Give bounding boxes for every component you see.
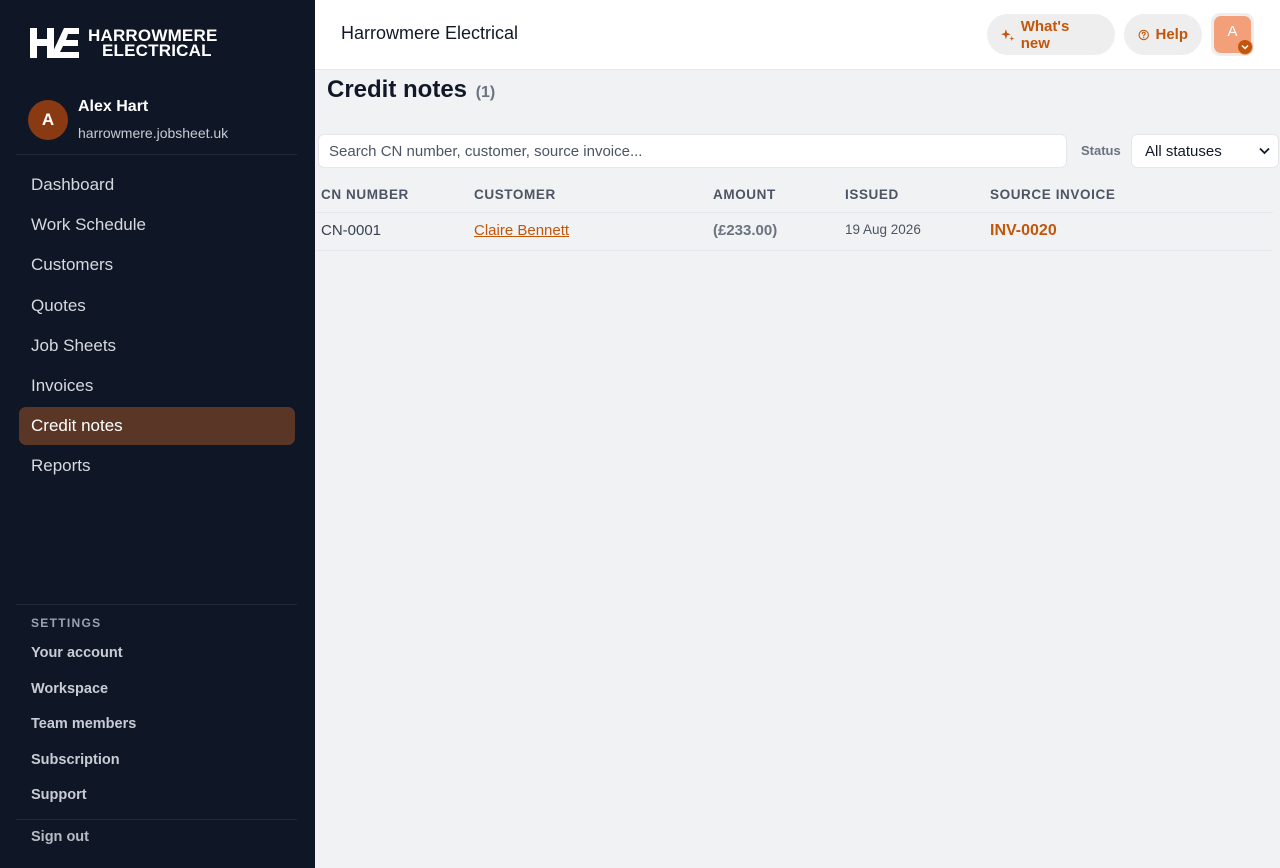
column-header-issued[interactable]: ISSUED [845, 187, 899, 202]
cell-cn-number: CN-0001 [321, 222, 382, 239]
sparkle-icon [1001, 28, 1015, 41]
column-header-cn-number[interactable]: CN NUMBER [321, 187, 409, 202]
record-count: (1) [475, 84, 496, 101]
sidebar-item-customers[interactable]: Customers [19, 246, 295, 284]
cell-amount: (£233.00) [713, 222, 778, 239]
customer-link[interactable]: Claire Bennett [474, 222, 569, 239]
column-header-customer[interactable]: CUSTOMER [474, 187, 556, 202]
sidebar-item-work-schedule[interactable]: Work Schedule [19, 206, 295, 244]
brand-name: HARROWMERE ELECTRICAL [88, 26, 218, 60]
help-button[interactable]: Help [1124, 14, 1202, 55]
sidebar-divider [16, 604, 297, 605]
sign-out-button[interactable]: Sign out [31, 829, 89, 845]
chevron-down-icon [1259, 147, 1270, 155]
table-header-divider [316, 212, 1273, 213]
settings-heading: SETTINGS [31, 616, 102, 630]
sidebar-divider [16, 819, 297, 820]
top-bar: Harrowmere Electrical What's new Help A [315, 0, 1280, 70]
org-name: Harrowmere Electrical [341, 23, 519, 43]
sidebar-item-reports[interactable]: Reports [19, 447, 295, 485]
user-profile[interactable]: A Alex Hart harrowmere.jobsheet.uk [28, 98, 228, 141]
source-invoice-link[interactable]: INV-0020 [990, 222, 1057, 240]
logo-mark-icon [30, 28, 79, 58]
sidebar-divider [16, 154, 297, 155]
user-domain: harrowmere.jobsheet.uk [78, 125, 229, 141]
status-filter-select[interactable]: All statuses [1131, 134, 1279, 168]
search-input[interactable] [318, 134, 1067, 168]
brand-logo[interactable]: HARROWMERE ELECTRICAL [30, 26, 218, 60]
settings-item-workspace[interactable]: Workspace [31, 678, 136, 714]
sidebar-item-quotes[interactable]: Quotes [19, 287, 295, 325]
page-title: Credit notes (1) [327, 76, 496, 103]
sidebar-item-job-sheets[interactable]: Job Sheets [19, 327, 295, 365]
table-row-divider [316, 250, 1273, 251]
settings-item-support[interactable]: Support [31, 784, 136, 820]
sidebar-item-invoices[interactable]: Invoices [19, 367, 295, 405]
status-filter-label: Status [1081, 143, 1121, 158]
settings-nav: Your account Workspace Team members Subs… [31, 642, 136, 820]
settings-item-team-members[interactable]: Team members [31, 713, 136, 749]
settings-item-your-account[interactable]: Your account [31, 642, 136, 678]
whats-new-label: What's new [1020, 17, 1070, 52]
help-icon [1138, 29, 1149, 40]
whats-new-button[interactable]: What's new [987, 14, 1115, 55]
column-header-amount[interactable]: AMOUNT [713, 187, 776, 202]
sidebar: HARROWMERE ELECTRICAL A Alex Hart harrow… [0, 0, 315, 868]
settings-item-subscription[interactable]: Subscription [31, 749, 136, 785]
sidebar-item-credit-notes[interactable]: Credit notes [19, 407, 295, 446]
column-header-source-invoice[interactable]: SOURCE INVOICE [990, 187, 1115, 202]
user-name: Alex Hart [78, 98, 149, 115]
cell-issued: 19 Aug 2026 [845, 222, 921, 237]
main-nav: Dashboard Work Schedule Customers Quotes… [19, 166, 295, 488]
help-label: Help [1155, 26, 1188, 43]
avatar: A [28, 100, 68, 140]
chevron-down-icon [1237, 39, 1253, 55]
account-menu-button[interactable]: A [1211, 13, 1254, 56]
sidebar-item-dashboard[interactable]: Dashboard [19, 166, 295, 204]
status-filter-value: All statuses [1145, 142, 1222, 160]
